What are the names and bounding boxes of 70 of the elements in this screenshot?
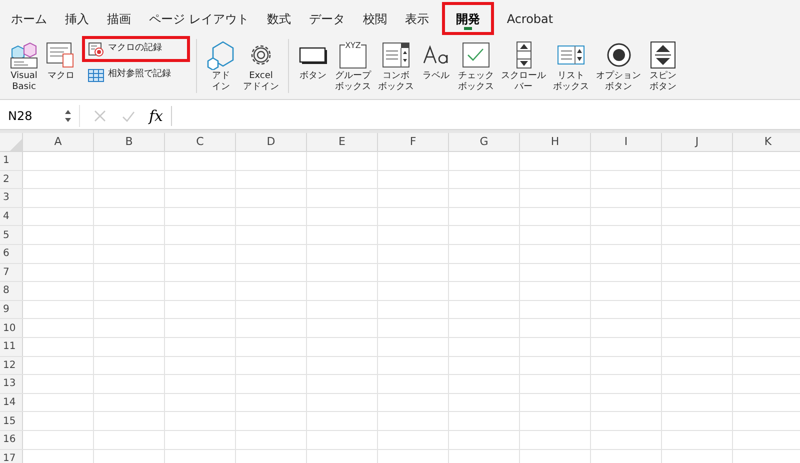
ribbon-button[interactable]: チェック ボックス — [455, 35, 497, 93]
ribbon-button[interactable]: ラベル — [418, 35, 454, 82]
row-header[interactable]: 13 — [0, 375, 23, 393]
cubes-icon — [9, 41, 39, 69]
column-header[interactable]: G — [449, 133, 520, 151]
column-header[interactable]: D — [236, 133, 307, 151]
record-macro-icon — [88, 42, 104, 56]
ribbon-button[interactable]: マクロの記録 — [82, 36, 190, 62]
ribbon-button[interactable]: オプション ボタン — [593, 35, 644, 93]
row-header[interactable]: 11 — [0, 338, 23, 356]
ribbon-button[interactable]: スクロール バー — [498, 35, 549, 93]
ribbon-tab[interactable]: Acrobat — [498, 2, 562, 35]
column-header[interactable]: B — [94, 133, 165, 151]
row-header[interactable]: 8 — [0, 282, 23, 300]
ribbon-tab[interactable]: ページ レイアウト — [140, 2, 258, 35]
row-header[interactable]: 15 — [0, 412, 23, 430]
ribbon-tab[interactable]: 表示 — [396, 2, 438, 35]
row-header[interactable]: 10 — [0, 319, 23, 337]
column-header[interactable]: A — [23, 133, 94, 151]
ribbon-tab[interactable]: 校閲 — [354, 2, 396, 35]
row-header[interactable]: 17 — [0, 450, 23, 463]
macro-sheet-icon — [46, 41, 76, 69]
ribbon-button[interactable]: 相対参照で記録 — [82, 62, 190, 88]
scroll-bar-icon — [514, 41, 532, 69]
ribbon-button[interactable]: XYZ グループ ボックス — [332, 35, 374, 93]
cell-reference: N28 — [8, 108, 32, 125]
column-header[interactable]: H — [520, 133, 591, 151]
ribbon-button[interactable]: ボタン — [295, 35, 331, 82]
ribbon-button[interactable]: Visual Basic — [6, 35, 42, 93]
row-header[interactable]: 7 — [0, 264, 23, 282]
row-header[interactable]: 9 — [0, 300, 23, 318]
ribbon-button[interactable]: コンボ ボックス — [375, 35, 417, 93]
ribbon-button[interactable]: マクロ — [43, 35, 79, 82]
table-grid-icon — [88, 68, 104, 82]
hexagon-icon — [206, 40, 236, 70]
cancel-icon[interactable] — [94, 110, 106, 122]
row-header[interactable]: 12 — [0, 356, 23, 374]
list-box-icon — [556, 44, 586, 66]
ribbon-button[interactable]: Excel アドイン — [240, 35, 282, 93]
ribbon-tab[interactable]: データ — [300, 2, 354, 35]
function-button[interactable]: fx — [149, 104, 164, 128]
ribbon-button[interactable]: アド イン — [203, 35, 239, 93]
row-header[interactable]: 3 — [0, 189, 23, 207]
ribbon-tab[interactable]: ホーム — [2, 2, 56, 35]
column-header[interactable]: K — [733, 133, 800, 151]
stepper-icon[interactable] — [65, 109, 71, 123]
row-header[interactable]: 5 — [0, 226, 23, 244]
ribbon-button[interactable]: スピン ボタン — [645, 35, 681, 93]
row-header[interactable]: 16 — [0, 430, 23, 448]
ribbon-button[interactable]: リスト ボックス — [550, 35, 592, 93]
row-header[interactable]: 4 — [0, 208, 23, 226]
column-header[interactable]: I — [591, 133, 662, 151]
combo-box-icon — [381, 41, 411, 69]
spin-button-icon — [650, 41, 676, 69]
name-box[interactable]: N28 — [0, 105, 80, 127]
column-header[interactable]: J — [662, 133, 733, 151]
row-header[interactable]: 2 — [0, 170, 23, 188]
radio-button-icon — [606, 42, 632, 68]
ribbon-tab[interactable]: 開発 — [442, 2, 494, 35]
row-header[interactable]: 1 — [0, 152, 23, 170]
ribbon-tab[interactable]: 描画 — [98, 2, 140, 35]
row-header[interactable]: 14 — [0, 394, 23, 412]
ribbon-tab[interactable]: 挿入 — [56, 2, 98, 35]
column-header[interactable]: F — [378, 133, 449, 151]
ribbon-tab[interactable]: 数式 — [258, 2, 300, 35]
enter-icon[interactable] — [122, 110, 135, 122]
row-header[interactable]: 6 — [0, 244, 23, 263]
column-header[interactable]: E — [307, 133, 378, 151]
checkbox-icon — [461, 41, 491, 69]
column-header[interactable]: C — [165, 133, 236, 151]
